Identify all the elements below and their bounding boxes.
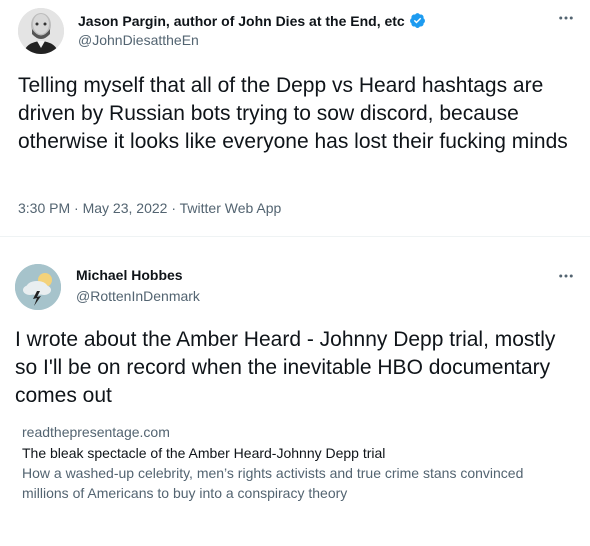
tweet-jason-pargin[interactable]: Jason Pargin, author of John Dies at the… xyxy=(0,0,590,230)
tweet-michael-hobbes[interactable]: Michael Hobbes @RottenInDenmark I wrote … xyxy=(0,250,590,546)
author-avatar[interactable] xyxy=(18,8,64,54)
author-name[interactable]: Jason Pargin, author of John Dies at the… xyxy=(78,13,405,29)
tweet-divider xyxy=(0,236,590,237)
tweet-time-link[interactable]: 3:30 PM · May 23, 2022 xyxy=(18,200,167,216)
more-horizontal-icon[interactable] xyxy=(556,8,576,28)
more-horizontal-icon[interactable] xyxy=(556,266,576,286)
storm-cloud-avatar-icon xyxy=(15,264,61,310)
author-name[interactable]: Michael Hobbes xyxy=(76,267,183,283)
verified-badge-icon xyxy=(409,13,425,28)
bald-man-avatar-icon xyxy=(18,8,64,54)
tweet-text: I wrote about the Amber Heard - Johnny D… xyxy=(15,328,556,407)
separator: · xyxy=(171,200,176,216)
author-avatar[interactable] xyxy=(15,264,61,310)
tweet-text: Telling myself that all of the Depp vs H… xyxy=(18,74,568,153)
tweet-source: Twitter Web App xyxy=(179,200,282,216)
author-handle[interactable]: @JohnDiesattheEn xyxy=(78,32,199,48)
author-name-row[interactable]: Michael Hobbes xyxy=(76,267,183,283)
author-name-row[interactable]: Jason Pargin, author of John Dies at the… xyxy=(78,12,426,29)
tweet-timestamp: 3:30 PM · May 23, 2022 · Twitter Web App xyxy=(18,200,281,216)
link-preview-card[interactable]: readthepresentage.com The bleak spectacl… xyxy=(22,422,562,503)
author-handle[interactable]: @RottenInDenmark xyxy=(76,288,200,304)
link-domain[interactable]: readthepresentage.com xyxy=(22,422,562,442)
link-title[interactable]: The bleak spectacle of the Amber Heard-J… xyxy=(22,443,562,463)
link-description: How a washed-up celebrity, men’s rights … xyxy=(22,465,524,501)
